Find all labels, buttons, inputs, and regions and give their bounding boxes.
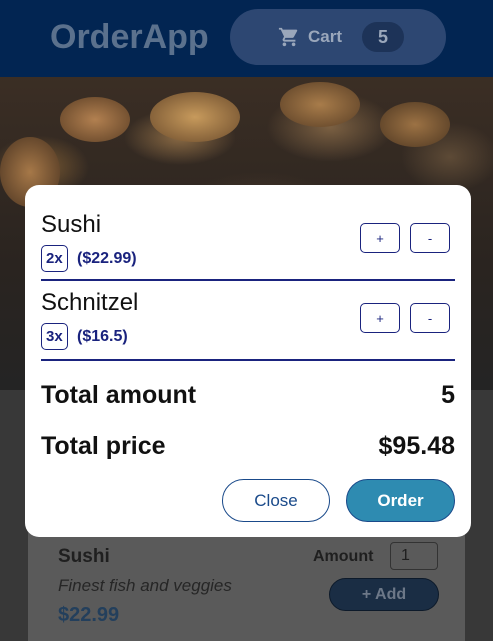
close-button[interactable]: Close [222, 479, 330, 522]
cart-item-quantity: 2x [41, 245, 68, 272]
cart-item-price: ($16.5) [77, 328, 128, 345]
decrease-quantity-button[interactable]: - [410, 223, 450, 253]
order-button[interactable]: Order [346, 479, 455, 522]
increase-quantity-button[interactable]: + [360, 303, 400, 333]
total-amount-value: 5 [441, 381, 455, 409]
total-amount-row: Total amount 5 [41, 381, 455, 410]
total-price-row: Total price $95.48 [41, 432, 455, 461]
increase-quantity-button[interactable]: + [360, 223, 400, 253]
cart-item-name: Sushi [41, 211, 102, 238]
cart-item: Schnitzel 3x ($16.5) + - [41, 281, 455, 361]
total-price-label: Total price [41, 432, 166, 460]
total-price-value: $95.48 [378, 432, 455, 460]
cart-modal: Sushi 2x ($22.99) + - Schnitzel 3x ($16.… [25, 185, 471, 537]
cart-item-quantity: 3x [41, 323, 68, 350]
total-amount-label: Total amount [41, 381, 197, 409]
cart-item-name: Schnitzel [41, 289, 139, 316]
decrease-quantity-button[interactable]: - [410, 303, 450, 333]
cart-item-price: ($22.99) [77, 250, 137, 267]
cart-item: Sushi 2x ($22.99) + - [41, 185, 455, 281]
